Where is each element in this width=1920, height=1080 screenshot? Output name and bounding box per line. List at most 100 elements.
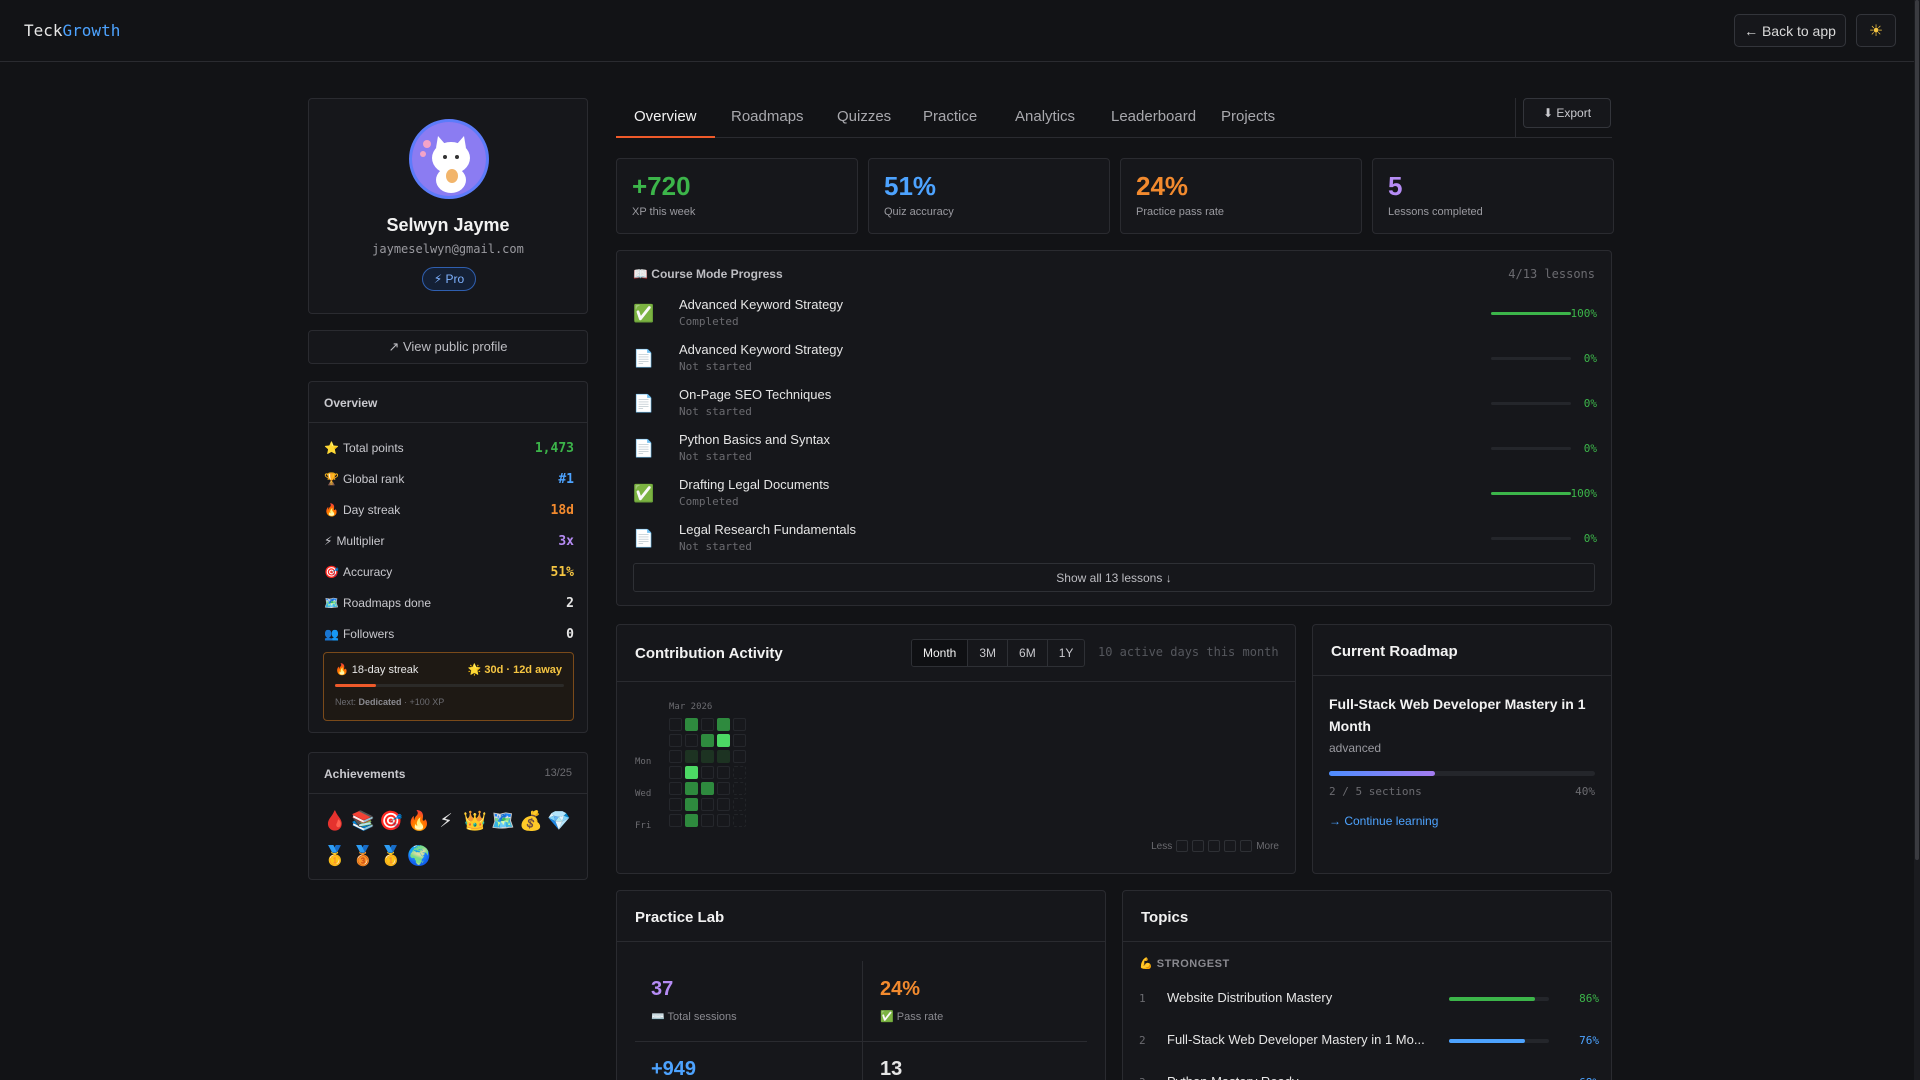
tab-practice[interactable]: Practice [923,108,977,138]
heatmap-cell[interactable] [717,798,730,811]
heatmap-cell[interactable] [717,734,730,747]
heatmap-cell[interactable] [717,718,730,731]
heatmap-cell[interactable] [733,734,746,747]
heatmap-cell[interactable] [685,782,698,795]
topic-row[interactable]: 1 Website Distribution Mastery 86% [1139,989,1599,1011]
show-all-lessons-button[interactable]: Show all 13 lessons ↓ [633,563,1595,592]
heatmap-cell[interactable] [685,814,698,827]
range-option-6m[interactable]: 6M [1007,640,1047,666]
lesson-status: Not started [679,360,752,373]
heatmap-cell[interactable] [685,750,698,763]
achievement-badge-icon[interactable]: 🥇 [379,843,403,871]
heatmap-cell[interactable] [701,814,714,827]
lesson-row[interactable]: 📄 Legal Research Fundamentals Not started 0… [633,522,1597,558]
achievement-badge-icon[interactable]: ⚡ [435,808,457,836]
heatmap-cell[interactable] [733,798,746,811]
tab-projects[interactable]: Projects [1221,108,1275,138]
app-logo[interactable]: TeckGrowth [24,21,120,40]
heatmap-cell[interactable] [669,766,682,779]
heatmap-cell[interactable] [701,718,714,731]
stat-icon: ⚡ [324,534,333,548]
stat-label: 🎯 Accuracy [324,565,392,579]
tab-quizzes[interactable]: Quizzes [837,108,891,138]
roadmap-progress-fill [1329,771,1436,776]
document-icon: 📄 [633,529,655,548]
stat-icon: 🔥 [324,503,339,517]
heatmap-cell[interactable] [669,798,682,811]
achievements-card: Achievements 13/25 🩸 📚 🎯 🔥 ⚡ 👑 🗺️ 💰 💎 🥇 🥉 🥇 🌍 [308,752,588,880]
heatmap-cell[interactable] [685,766,698,779]
roadmap-name[interactable]: Full-Stack Web Developer Mastery in 1 Mo… [1329,693,1599,737]
achievement-badge-icon[interactable]: 📚 [351,808,375,836]
range-option-3m[interactable]: 3M [967,640,1007,666]
lesson-status: Completed [679,315,739,328]
achievement-badge-icon[interactable]: 🥉 [351,843,375,871]
achievement-badge-icon[interactable]: 🥇 [323,843,347,871]
lesson-row[interactable]: 📄 On-Page SEO Techniques Not started 0% [633,387,1597,423]
heatmap-cell[interactable] [733,782,746,795]
heatmap-cell[interactable] [733,718,746,731]
heatmap-cell[interactable] [669,782,682,795]
achievement-badge-icon[interactable]: 🌍 [407,843,431,871]
achievement-badge-icon[interactable]: 🩸 [323,808,347,836]
heatmap-cell[interactable] [669,718,682,731]
heatmap-cell[interactable] [701,750,714,763]
tab-roadmaps[interactable]: Roadmaps [731,108,804,138]
tab-analytics[interactable]: Analytics [1015,108,1075,138]
heatmap-cell[interactable] [701,782,714,795]
stat-label: 👥 Followers [324,627,394,641]
legend-swatch [1176,840,1189,852]
lesson-row[interactable]: ✅ Drafting Legal Documents Completed 100% [633,477,1597,513]
achievement-badge-icon[interactable]: 🗺️ [491,808,515,836]
topic-row[interactable]: 2 Full-Stack Web Developer Mastery in 1 M… [1139,1031,1599,1053]
stat-value: 2 [566,595,574,611]
heatmap-cell[interactable] [733,750,746,763]
view-public-profile-button[interactable]: ↗ View public profile [308,330,588,364]
heatmap-cell[interactable] [685,798,698,811]
heatmap-cell[interactable] [669,814,682,827]
back-to-app-button[interactable]: ← Back to app [1734,14,1846,47]
lesson-row[interactable]: ✅ Advanced Keyword Strategy Completed 100% [633,297,1597,333]
heatmap-cell[interactable] [685,718,698,731]
heatmap-cell[interactable] [717,782,730,795]
lesson-row[interactable]: 📄 Advanced Keyword Strategy Not started 0% [633,342,1597,378]
heatmap-cell[interactable] [717,766,730,779]
streak-goal: 🌟 30d · 12d away [467,664,562,676]
heatmap-cell[interactable] [669,750,682,763]
lesson-name: Advanced Keyword Strategy [679,297,844,312]
stat-value: 3x [558,533,574,549]
achievement-badge-icon[interactable]: 💎 [547,808,571,836]
achievements-count: 13/25 [544,767,572,779]
kpi-value: +720 [632,171,691,201]
achievement-badge-icon[interactable]: 🎯 [379,808,403,836]
tab-overview[interactable]: Overview [616,108,715,138]
heatmap-legend: Less More [1151,840,1279,852]
heatmap-cell[interactable] [701,734,714,747]
overview-stat-row: 🎯 Accuracy 51% [324,562,574,582]
theme-toggle-button[interactable]: ☀ [1856,14,1896,47]
stat-value: 1,473 [534,440,574,456]
achievement-badge-icon[interactable]: 👑 [463,808,487,836]
page-scrollbar-thumb[interactable] [1915,0,1919,860]
lesson-percent: 0% [1583,352,1597,365]
kpi-label: Quiz accuracy [884,206,954,218]
heatmap-cell[interactable] [685,734,698,747]
topic-row[interactable]: 3 Python Mastery Ready 68% [1139,1073,1599,1080]
strongest-label: 💪 STRONGEST [1139,958,1230,970]
tab-leaderboard[interactable]: Leaderboard [1111,108,1196,138]
heatmap-cell[interactable] [669,734,682,747]
tab-bar: Overview Roadmaps Quizzes Practice Analytics… [616,98,1612,138]
export-button[interactable]: ⬇ Export [1523,98,1611,128]
heatmap-cell[interactable] [717,814,730,827]
heatmap-cell[interactable] [733,814,746,827]
range-option-1y[interactable]: 1Y [1046,640,1085,666]
heatmap-cell[interactable] [717,750,730,763]
heatmap-cell[interactable] [701,766,714,779]
heatmap-cell[interactable] [733,766,746,779]
range-option-month[interactable]: Month [912,640,968,666]
achievement-badge-icon[interactable]: 💰 [519,808,543,836]
achievement-badge-icon[interactable]: 🔥 [407,808,431,836]
lesson-row[interactable]: 📄 Python Basics and Syntax Not started 0% [633,432,1597,468]
continue-learning-link[interactable]: → Continue learning [1329,814,1438,828]
heatmap-cell[interactable] [701,798,714,811]
